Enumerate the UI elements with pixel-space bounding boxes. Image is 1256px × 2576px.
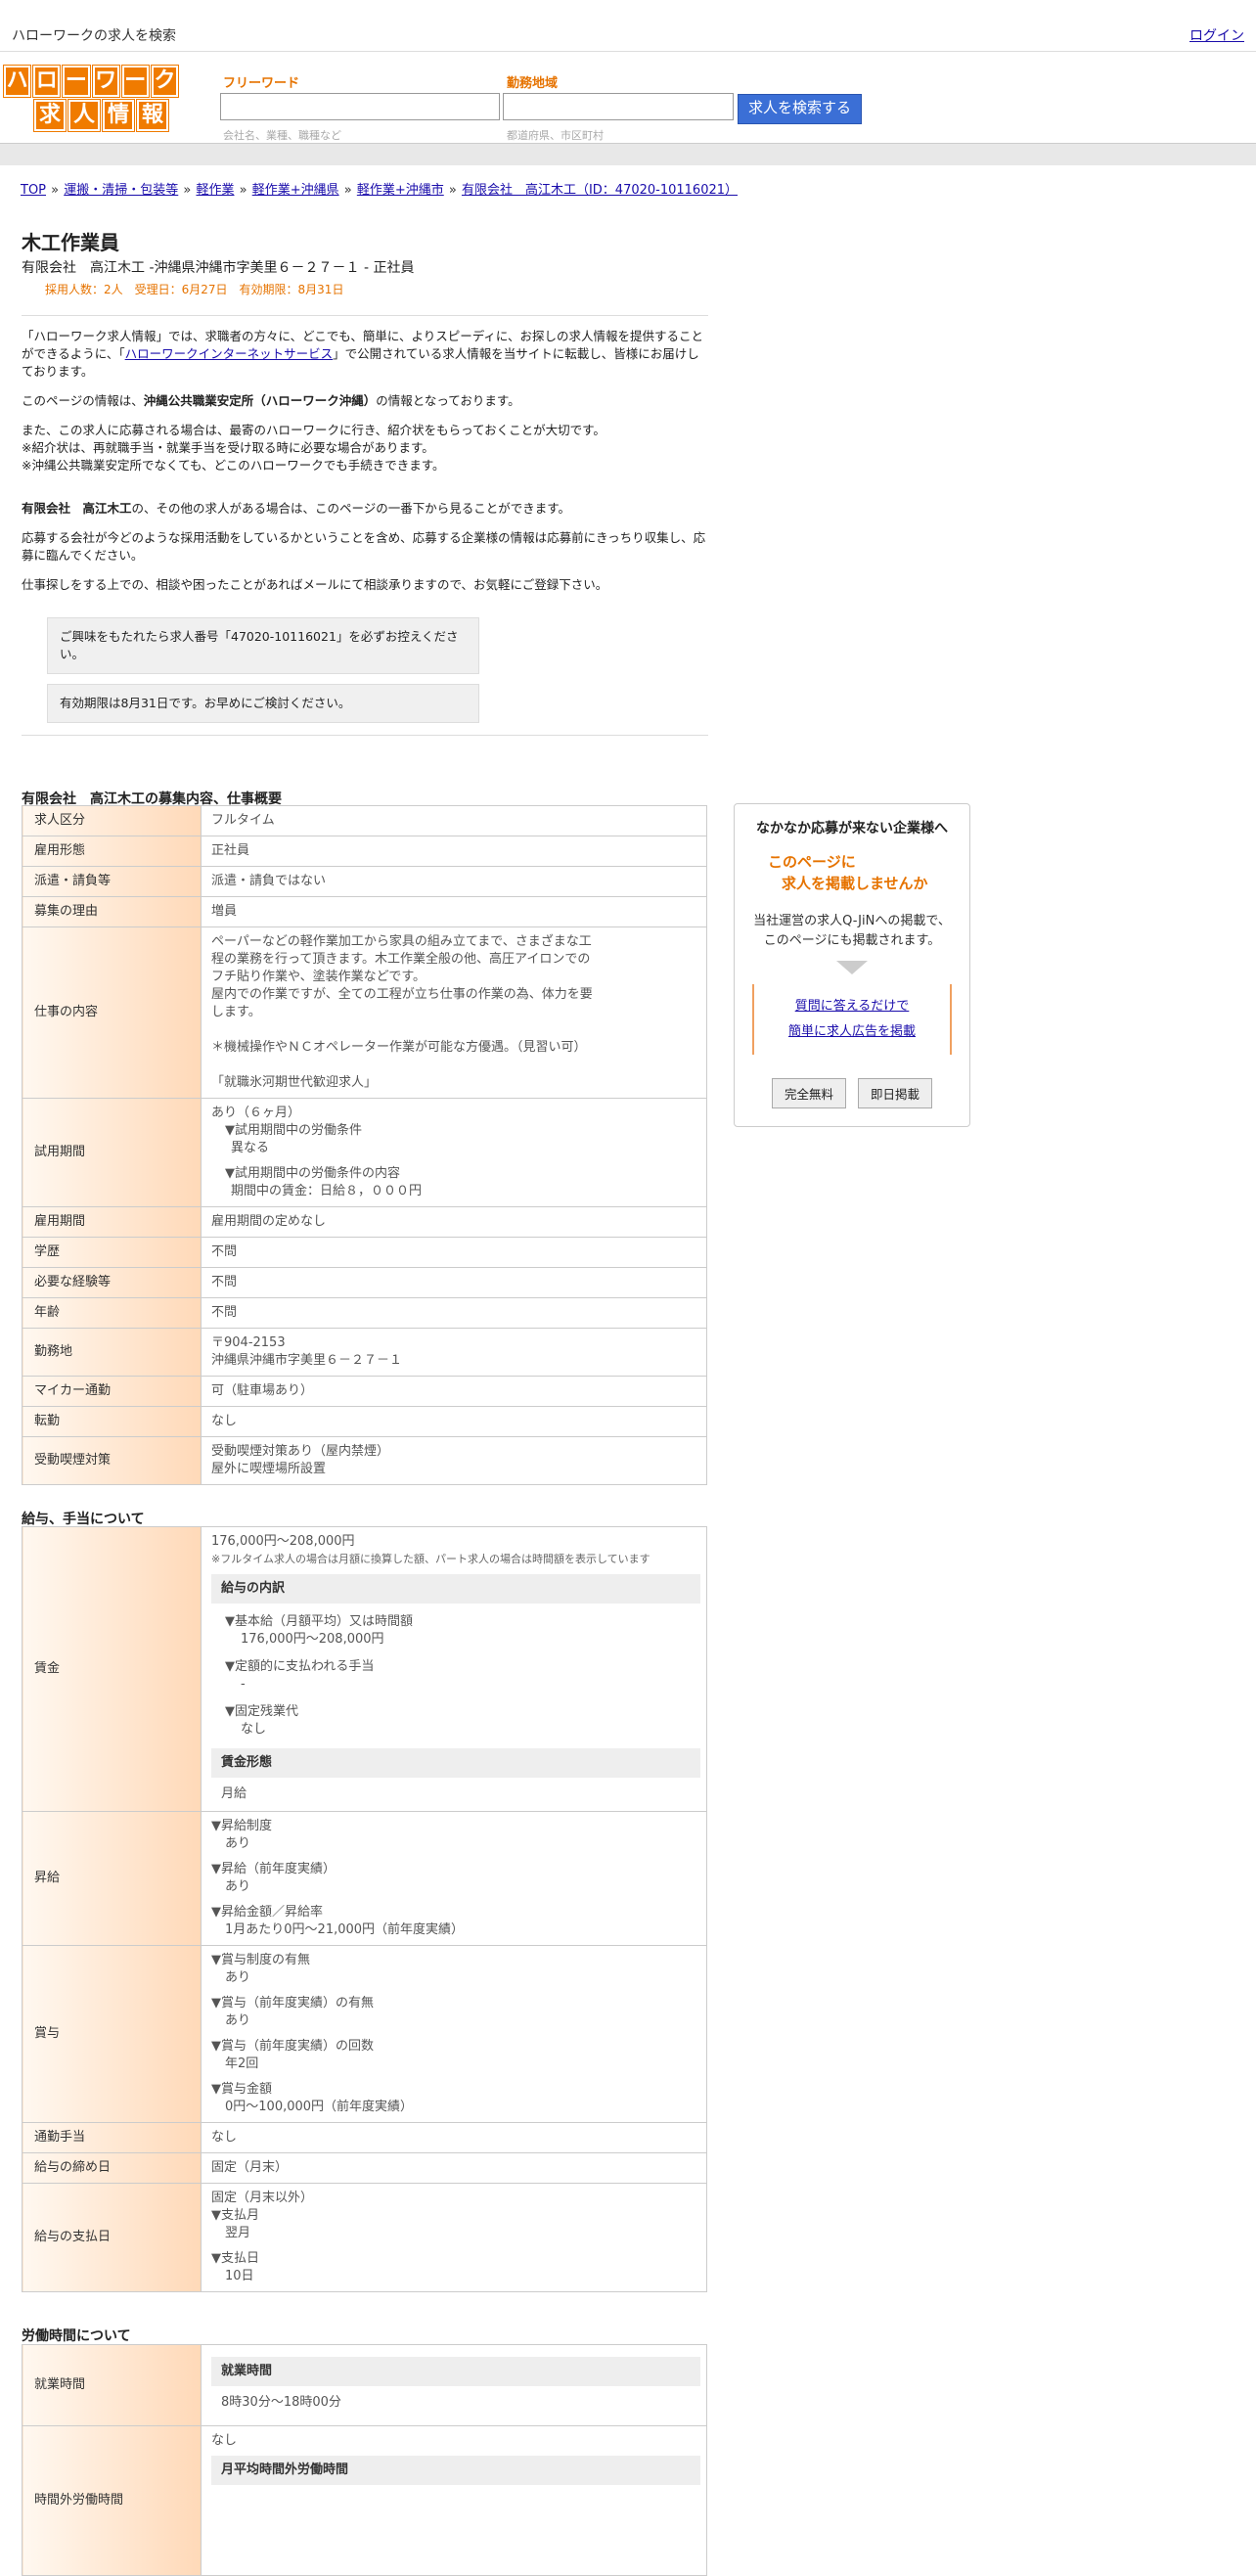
table-row: 雇用期間 雇用期間の定めなし [22,1206,707,1238]
job-header: 木工作業員 有限会社 高江木工 -沖縄県沖縄市字美里６－２７－１ - 正社員 採… [22,227,708,747]
advertise-catch: このページに 求人を掲載しませんか [768,853,928,892]
table-row: 賃金 176,000円〜208,000円 ※フルタイム求人の場合は月額に換算した… [22,1526,707,1812]
search-button[interactable]: 求人を検索する [738,94,862,124]
table-row: 募集の理由 増員 [22,896,707,927]
salary-title: 給与、手当について [22,1512,145,1527]
area-input[interactable] [503,93,734,120]
advertise-link-easy[interactable]: 簡単に求人広告を掲載 [788,1024,916,1039]
table-row: 必要な経験等 不問 [22,1267,707,1298]
same-day-button[interactable]: 即日掲載 [858,1078,933,1108]
advertise-panel: なかなか応募が来ない企業様へ このページに 求人を掲載しませんか 当社運営の求人… [734,803,970,1127]
table-row: 求人区分 フルタイム [22,805,707,836]
intro-text: 「ハローワーク求人情報」では、求職者の方々に、どこでも、簡単に、よりスピーディに… [22,328,708,723]
advertise-title: なかなか応募が来ない企業様へ [756,821,948,836]
free-button[interactable]: 完全無料 [771,1078,846,1108]
job-number-note: ご興味をもたれたら求人番号「47020-10116021」を必ずお控えください。 [47,617,479,674]
table-row: 通勤手当 なし [22,2122,707,2153]
table-row: 派遣・請負等 派遣・請負ではない [22,866,707,897]
top-bar: ハローワークの求人を検索 ログイン [0,0,1256,52]
breadcrumb-prefecture[interactable]: 軽作業+沖縄県 [252,183,339,198]
login-link[interactable]: ログイン [1189,25,1244,45]
site-title: ハローワークの求人を検索 [12,28,176,44]
table-row: 年齢 不問 [22,1297,707,1329]
breadcrumb: TOP » 運搬・清掃・包装等 » 軽作業 » 軽作業+沖縄県 » 軽作業+沖縄… [21,183,739,198]
breadcrumb-top[interactable]: TOP [21,183,46,198]
table-row: 勤務地 〒904-2153 沖縄県沖縄市字美里６－２７－１ [22,1328,707,1377]
table-row: 仕事の内容 ペーパーなどの軽作業加工から家具の組み立てまで、さまざまな工程の業務… [22,926,707,1099]
arrow-down-icon [836,961,868,974]
table-row: 転勤 なし [22,1406,707,1437]
hours-title: 労働時間について [22,2328,131,2344]
breadcrumb-city[interactable]: 軽作業+沖縄市 [357,183,444,198]
advertise-link-questions[interactable]: 質問に答えるだけで [795,999,910,1014]
advertise-links: 質問に答えるだけで 簡単に求人広告を掲載 [752,984,952,1055]
breadcrumb-company[interactable]: 有限会社 高江木工（ID：47020-10116021） [462,183,738,198]
job-meta: 採用人数：2人 受理日：6月27日 有効期限：8月31日 [45,283,344,296]
table-row: 試用期間 あり（６ヶ月） ▼試用期間中の労働条件 異なる ▼試用期間中の労働条件の内容… [22,1098,707,1207]
area-hint: 都道府県、市区町村 [507,129,604,142]
table-row: 給与の支払日 固定（月末以外） ▼支払月 翌月 ▼支払日 10日 [22,2183,707,2292]
overview-table: 求人区分 フルタイム 雇用形態 正社員 派遣・請負等 派遣・請負ではない 募集の理由増… [22,805,707,1485]
breadcrumb-category[interactable]: 運搬・清掃・包装等 [64,183,178,198]
table-row: マイカー通勤 可（駐車場あり） [22,1376,707,1407]
advertise-desc: 当社運営の求人Q-JiNへの掲載で、 このページにも掲載されます。 [753,914,951,948]
table-row: 昇給 ▼昇給制度 あり ▼昇給（前年度実績） あり ▼昇給金額／昇給率 1月あたり0円… [22,1811,707,1946]
freeword-hint: 会社名、業種、職種など [223,129,341,142]
header-band [0,143,1256,165]
freeword-input[interactable] [220,93,500,120]
table-row: 学歴 不問 [22,1237,707,1268]
table-row: 受動喫煙対策 受動喫煙対策あり（屋内禁煙） 屋外に喫煙場所設置 [22,1436,707,1485]
table-row: 時間外労働時間 なし 月平均時間外労働時間 [22,2425,707,2576]
salary-table: 賃金 176,000円〜208,000円 ※フルタイム求人の場合は月額に換算した… [22,1526,707,2292]
job-subtitle: 有限会社 高江木工 -沖縄県沖縄市字美里６－２７－１ - 正社員 [22,260,415,276]
area-label: 勤務地域 [507,76,559,91]
job-title: 木工作業員 [22,231,119,254]
breadcrumb-light-work[interactable]: 軽作業 [196,183,234,198]
table-row: 給与の締め日 固定（月末） [22,2152,707,2184]
hellowork-internet-link[interactable]: ハローワークインターネットサービス [125,346,334,361]
freeword-label: フリーワード [223,76,300,91]
deadline-note: 有効期限は8月31日です。お早めにご検討ください。 [47,684,479,723]
hours-table: 就業時間 就業時間 8時30分〜18時00分 時間外労働時間 なし 月平均時間外労働… [22,2344,707,2576]
table-row: 就業時間 就業時間 8時30分〜18時00分 [22,2344,707,2426]
table-row: 賞与 ▼賞与制度の有無 あり ▼賞与（前年度実績）の有無 あり ▼賞与（前年度実績）… [22,1945,707,2123]
table-row: 雇用形態 正社員 [22,836,707,867]
hellowork-logo[interactable]: ハローワーク 求人情報 [4,66,179,134]
